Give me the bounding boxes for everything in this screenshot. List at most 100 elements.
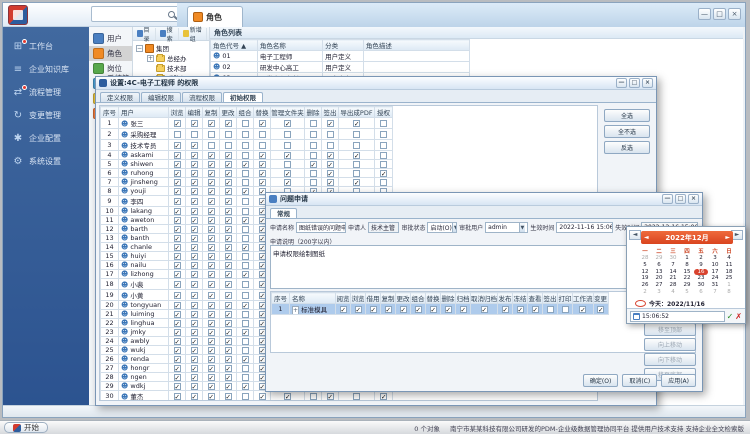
permission-checkbox[interactable]: ✓ [208, 179, 215, 186]
permission-checkbox[interactable]: ✓ [225, 281, 232, 288]
permission-checkbox[interactable]: ✓ [208, 152, 215, 159]
perm-column-header[interactable]: 管理文件夹 [271, 107, 305, 118]
permission-checkbox[interactable]: ✓ [284, 170, 291, 177]
role-column-header[interactable]: 角色描述 [363, 40, 469, 51]
permission-checkbox[interactable]: ✓ [208, 226, 215, 233]
permission-checkbox[interactable]: ✓ [400, 306, 407, 313]
permission-checkbox[interactable]: ✓ [208, 170, 215, 177]
request-dialog-titlebar[interactable]: 问题申请 —□× [266, 193, 702, 206]
permission-checkbox[interactable] [242, 208, 249, 215]
object-column-header[interactable]: 组合 [411, 293, 426, 304]
table-row[interactable]: 3☻ 技术专员✓✓ [101, 140, 393, 151]
nav-item[interactable]: 角色 [89, 46, 132, 61]
permission-checkbox[interactable]: ✓ [174, 244, 181, 251]
permission-checkbox[interactable]: ✓ [242, 383, 249, 390]
object-column-header[interactable]: 查看 [528, 293, 543, 304]
object-column-header[interactable]: 浏览 [351, 293, 366, 304]
calendar-day[interactable]: 6 [694, 289, 708, 296]
permission-checkbox[interactable] [225, 131, 232, 138]
calendar-prev-corner-button[interactable]: ◄ [629, 230, 641, 240]
permission-checkbox[interactable]: ✓ [191, 292, 198, 299]
permission-checkbox[interactable]: ✓ [310, 161, 317, 168]
permission-checkbox[interactable] [310, 142, 317, 149]
permission-checkbox[interactable]: ✓ [191, 179, 198, 186]
permission-checkbox[interactable] [380, 161, 387, 168]
permission-checkbox[interactable]: ✓ [208, 253, 215, 260]
permission-checkbox[interactable] [259, 142, 266, 149]
tab-general[interactable]: 常规 [270, 208, 297, 218]
permission-checkbox[interactable]: ✓ [225, 188, 232, 195]
object-column-header[interactable]: 发布 [498, 293, 513, 304]
search-input[interactable] [91, 6, 179, 22]
permission-checkbox[interactable]: ✓ [327, 179, 334, 186]
permission-checkbox[interactable]: ✓ [460, 306, 467, 313]
calendar-day[interactable]: 2 [694, 255, 708, 262]
permission-checkbox[interactable] [242, 281, 249, 288]
calendar-day[interactable]: 23 [694, 275, 708, 282]
permission-checkbox[interactable] [242, 170, 249, 177]
permission-checkbox[interactable]: ✓ [225, 244, 232, 251]
permission-checkbox[interactable]: ✓ [174, 281, 181, 288]
calendar-day[interactable]: 9 [694, 262, 708, 269]
permission-checkbox[interactable]: ✓ [191, 152, 198, 159]
permission-checkbox[interactable]: ✓ [174, 188, 181, 195]
object-column-header[interactable]: 名称 [290, 293, 336, 304]
permission-checkbox[interactable]: ✓ [259, 161, 266, 168]
permission-checkbox[interactable]: ✓ [579, 306, 586, 313]
permission-checkbox[interactable]: ✓ [225, 302, 232, 309]
object-column-header[interactable]: 阅览 [336, 293, 351, 304]
table-row[interactable]: ☻ 02研发中心高工用户定义 [211, 62, 470, 73]
permission-checkbox[interactable]: ✓ [208, 320, 215, 327]
permission-checkbox[interactable] [242, 393, 249, 400]
permission-checkbox[interactable]: ✓ [225, 292, 232, 299]
permission-checkbox[interactable]: ✓ [191, 320, 198, 327]
permission-checkbox[interactable]: ✓ [225, 120, 232, 127]
permission-checkbox[interactable] [327, 142, 334, 149]
permission-checkbox[interactable] [380, 152, 387, 159]
permission-checkbox[interactable] [242, 198, 249, 205]
permission-checkbox[interactable]: ✓ [353, 120, 360, 127]
calendar-day[interactable]: 25 [722, 275, 736, 282]
permission-checkbox[interactable]: ✓ [385, 306, 392, 313]
permission-checkbox[interactable] [242, 226, 249, 233]
object-column-header[interactable]: 打印 [558, 293, 573, 304]
table-row[interactable]: 6☻ ruhong✓✓✓✓✓✓✓✓ [101, 169, 393, 178]
calendar-day[interactable]: 21 [666, 275, 680, 282]
permission-checkbox[interactable]: ✓ [225, 198, 232, 205]
permission-checkbox[interactable]: ✓ [191, 198, 198, 205]
calendar-day[interactable]: 28 [638, 255, 652, 262]
perm-column-header[interactable]: 删除 [305, 107, 322, 118]
permission-checkbox[interactable]: ✓ [208, 365, 215, 372]
permission-checkbox[interactable]: ✓ [225, 217, 232, 224]
prev-month-icon[interactable]: ◄ [644, 234, 649, 241]
permission-checkbox[interactable]: ✓ [225, 383, 232, 390]
permission-checkbox[interactable]: ✓ [174, 198, 181, 205]
permission-checkbox[interactable] [242, 365, 249, 372]
cancel-button[interactable]: 取消(C) [622, 374, 657, 387]
permission-checkbox[interactable]: ✓ [327, 393, 334, 400]
order-button[interactable]: 向上移动 [644, 338, 696, 351]
permission-checkbox[interactable]: ✓ [430, 306, 437, 313]
collapse-icon[interactable]: − [136, 45, 143, 52]
permission-checkbox[interactable] [310, 120, 317, 127]
permission-checkbox[interactable]: ✓ [191, 338, 198, 345]
permission-checkbox[interactable]: ✓ [191, 208, 198, 215]
approval-user-select[interactable]: admin▼ [485, 222, 528, 233]
object-column-header[interactable]: 借用 [366, 293, 381, 304]
table-row[interactable]: 4☻ askami✓✓✓✓✓✓✓✓ [101, 151, 393, 160]
tree-node-root[interactable]: −集团 [133, 43, 209, 53]
permission-checkbox[interactable]: ✓ [242, 356, 249, 363]
permission-checkbox[interactable]: ✓ [370, 306, 377, 313]
permission-checkbox[interactable]: ✓ [174, 235, 181, 242]
request-name-input[interactable]: 图纸错误的问题申请 [296, 222, 346, 233]
close-icon[interactable]: × [728, 8, 741, 20]
permission-checkbox[interactable]: ✓ [174, 208, 181, 215]
permission-checkbox[interactable]: ✓ [174, 161, 181, 168]
permission-checkbox[interactable]: ✓ [174, 338, 181, 345]
calendar-day[interactable]: 30 [666, 255, 680, 262]
object-column-header[interactable]: 删除 [441, 293, 456, 304]
permission-checkbox[interactable]: ✓ [174, 292, 181, 299]
next-month-icon[interactable]: ► [725, 234, 730, 241]
permission-checkbox[interactable] [284, 131, 291, 138]
permission-checkbox[interactable]: ✓ [208, 356, 215, 363]
